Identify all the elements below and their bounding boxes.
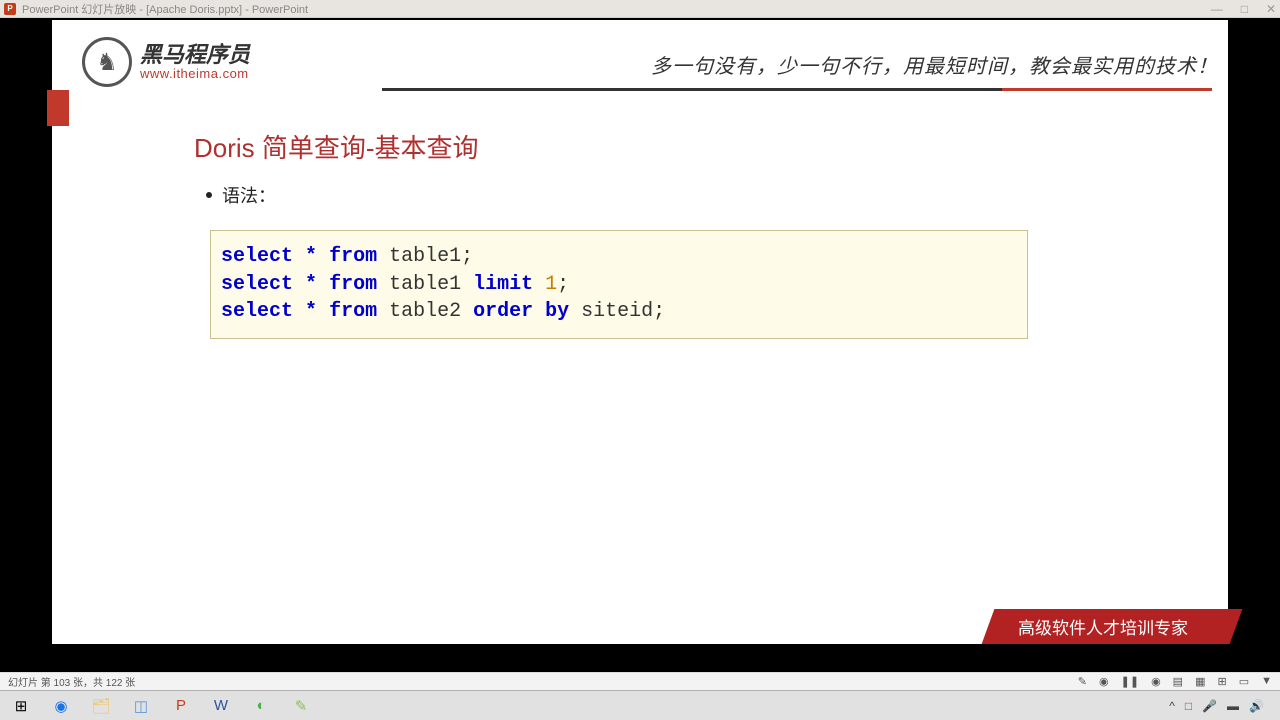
notes-view-icon[interactable]: ▤ xyxy=(1173,675,1183,688)
slideshow-view-icon[interactable]: ▼ xyxy=(1261,675,1272,688)
code-block: select * from table1; select * from tabl… xyxy=(210,230,1028,339)
windows-taskbar: ⊞ ◉ 🗂 ◫ P W ◐ ✎ ^ □ 🎤 ▬ 🔊 xyxy=(0,690,1280,720)
chrome-icon[interactable]: ◉ xyxy=(50,695,72,717)
tray-battery-icon[interactable]: ▬ xyxy=(1227,699,1239,713)
red-side-tab xyxy=(47,90,69,126)
tray-volume-icon[interactable]: 🔊 xyxy=(1249,699,1264,713)
browser-icon[interactable]: ◐ xyxy=(250,695,272,717)
code-line-2: select * from table1 limit 1; xyxy=(221,271,1017,299)
prev-slide-icon[interactable]: ◉ xyxy=(1099,675,1109,688)
file-explorer-icon[interactable]: 🗂 xyxy=(90,695,112,717)
powerpoint-icon: P xyxy=(4,3,16,15)
code-line-1: select * from table1; xyxy=(221,243,1017,271)
logo-cn-text: 黑马程序员 xyxy=(140,43,250,67)
logo: ♞ 黑马程序员 www.itheima.com xyxy=(82,37,250,87)
slogan-text: 多一句没有，少一句不行，用最短时间，教会最实用的技术！ xyxy=(651,50,1218,79)
taskview-icon[interactable]: ◫ xyxy=(130,695,152,717)
powerpoint-statusbar: 幻灯片 第 103 张，共 122 张 ✎ ◉ ❚❚ ◉ ▤ ▦ ⊞ ▭ ▼ xyxy=(0,672,1280,690)
sorter-view-icon[interactable]: ⊞ xyxy=(1217,675,1226,688)
slide-counter: 幻灯片 第 103 张，共 122 张 xyxy=(8,674,135,689)
powerpoint-taskbar-icon[interactable]: P xyxy=(170,695,192,717)
reading-view-icon[interactable]: ▭ xyxy=(1239,675,1249,688)
logo-horse-icon: ♞ xyxy=(82,37,132,87)
app-icon[interactable]: ✎ xyxy=(290,695,312,717)
slide-content[interactable]: ♞ 黑马程序员 www.itheima.com 多一句没有，少一句不行，用最短时… xyxy=(52,20,1228,644)
start-button[interactable]: ⊞ xyxy=(10,695,32,717)
window-titlebar: P PowerPoint 幻灯片放映 - [Apache Doris.pptx]… xyxy=(0,0,1280,18)
bullet-syntax: 语法： xyxy=(206,182,276,208)
word-taskbar-icon[interactable]: W xyxy=(210,695,232,717)
normal-view-icon[interactable]: ▦ xyxy=(1195,675,1205,688)
pen-tool-icon[interactable]: ✎ xyxy=(1078,675,1087,688)
tray-app-icon[interactable]: □ xyxy=(1185,699,1192,713)
window-title: PowerPoint 幻灯片放映 - [Apache Doris.pptx] -… xyxy=(22,1,1211,17)
minimize-button[interactable]: — xyxy=(1211,2,1223,16)
maximize-button[interactable]: □ xyxy=(1241,2,1248,16)
next-slide-icon[interactable]: ◉ xyxy=(1151,675,1161,688)
code-line-3: select * from table2 order by siteid; xyxy=(221,298,1017,326)
footer-badge: 高级软件人才培训专家 xyxy=(982,609,1243,644)
slide-header: ♞ 黑马程序员 www.itheima.com 多一句没有，少一句不行，用最短时… xyxy=(82,32,1218,92)
logo-url-text: www.itheima.com xyxy=(140,67,250,81)
slogan-underline xyxy=(382,88,1212,91)
close-button[interactable]: ✕ xyxy=(1266,2,1276,16)
slide-title: Doris 简单查询-基本查询 xyxy=(194,128,479,165)
presentation-frame: ♞ 黑马程序员 www.itheima.com 多一句没有，少一句不行，用最短时… xyxy=(0,18,1280,672)
tray-mic-icon[interactable]: 🎤 xyxy=(1202,699,1217,713)
tray-chevron-icon[interactable]: ^ xyxy=(1169,699,1175,713)
pause-icon[interactable]: ❚❚ xyxy=(1121,675,1139,688)
